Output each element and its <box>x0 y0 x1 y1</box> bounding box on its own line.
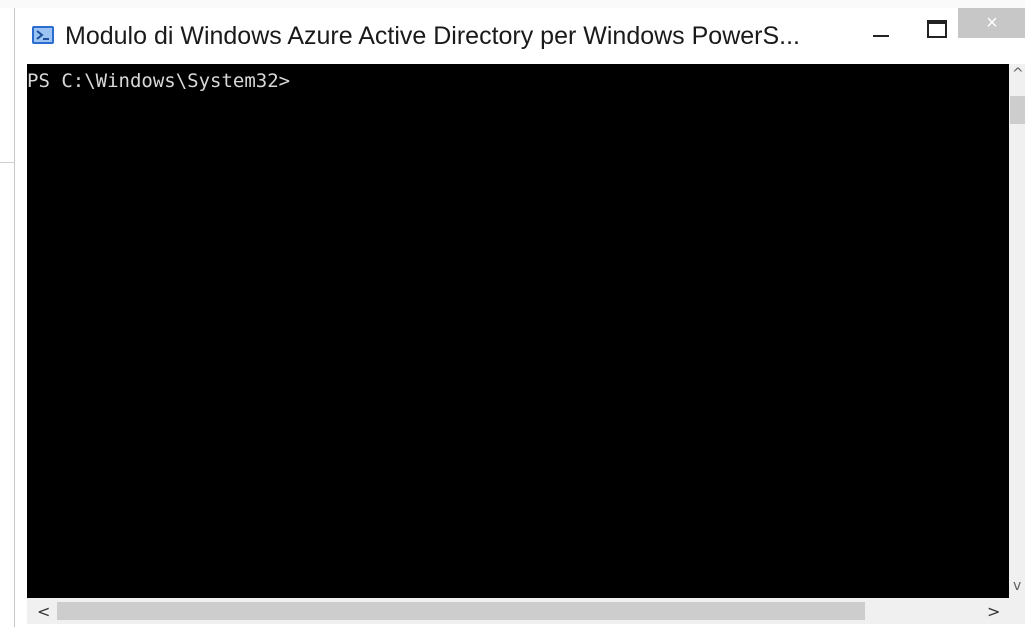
desktop-background-strip <box>0 0 1025 8</box>
horizontal-scroll-thumb[interactable] <box>57 602 865 620</box>
powershell-icon <box>32 26 54 44</box>
console-area[interactable]: PS C:\Windows\System32> <box>27 64 1009 598</box>
vertical-scrollbar[interactable]: ^ v <box>1009 64 1025 598</box>
background-window-edge <box>0 8 14 627</box>
console-prompt: PS C:\Windows\System32> <box>27 70 291 92</box>
minimize-button[interactable] <box>855 8 903 38</box>
horizontal-scrollbar[interactable]: < > <box>27 598 1009 624</box>
scroll-up-arrow-icon[interactable]: ^ <box>1012 66 1024 82</box>
scroll-right-arrow-icon[interactable]: > <box>987 602 1000 621</box>
close-button[interactable]: × <box>958 8 1025 38</box>
scroll-down-arrow-icon[interactable]: v <box>1013 578 1021 594</box>
powershell-window: Modulo di Windows Azure Active Directory… <box>14 8 1025 627</box>
scrollbar-corner <box>1009 598 1025 624</box>
scroll-left-arrow-icon[interactable]: < <box>37 602 50 621</box>
vertical-scroll-thumb[interactable] <box>1010 96 1025 124</box>
maximize-button[interactable] <box>913 8 961 38</box>
title-bar[interactable]: Modulo di Windows Azure Active Directory… <box>15 8 1025 64</box>
background-divider <box>0 162 14 163</box>
window-title: Modulo di Windows Azure Active Directory… <box>65 22 800 50</box>
